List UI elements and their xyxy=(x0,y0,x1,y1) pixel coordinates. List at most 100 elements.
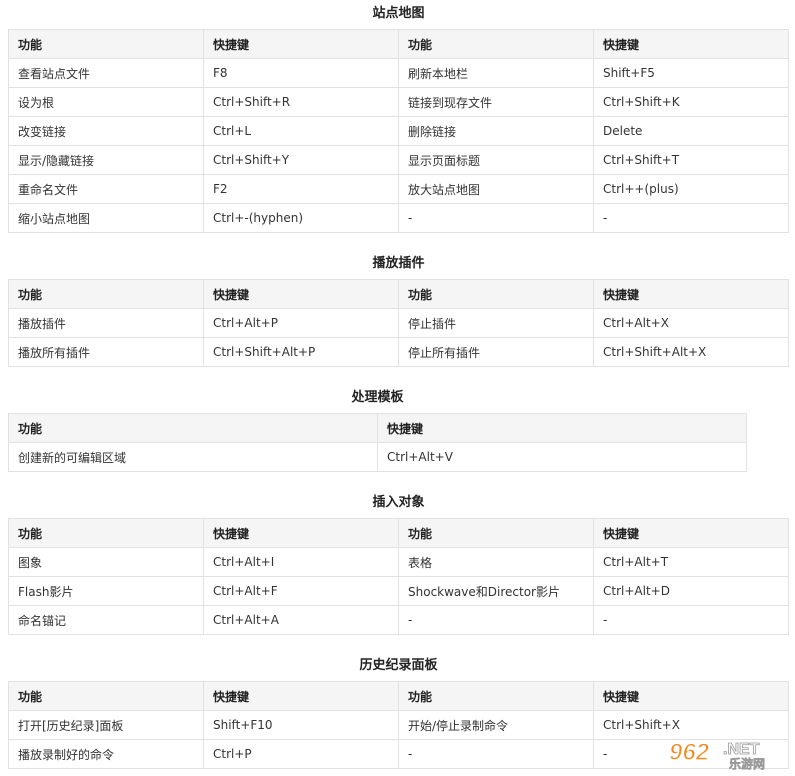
header-shortcut: 快捷键 xyxy=(203,279,399,309)
svg-text:乐游网: 乐游网 xyxy=(729,756,765,770)
table-cell: Delete xyxy=(593,116,789,146)
table-cell: F8 xyxy=(203,58,399,88)
svg-text:962: 962 xyxy=(669,739,710,766)
table-row: Flash影片 Ctrl+Alt+F Shockwave和Director影片 … xyxy=(8,576,789,606)
table-cell: Ctrl+Alt+F xyxy=(203,576,399,606)
shortcut-table: 功能 快捷键 功能 快捷键 图象 Ctrl+Alt+I 表格 Ctrl+Alt+… xyxy=(8,518,789,635)
table-cell: F2 xyxy=(203,174,399,204)
table-cell: 播放插件 xyxy=(8,308,204,338)
section-templates: 处理模板 功能 快捷键 创建新的可编辑区域 Ctrl+Alt+V xyxy=(8,389,747,472)
table-cell: Ctrl+Shift+T xyxy=(593,145,789,175)
table-row: 显示/隐藏链接 Ctrl+Shift+Y 显示页面标题 Ctrl+Shift+T xyxy=(8,145,789,175)
shortcut-table: 功能 快捷键 创建新的可编辑区域 Ctrl+Alt+V xyxy=(8,413,747,472)
table-cell: - xyxy=(398,605,594,635)
table-cell: 放大站点地图 xyxy=(398,174,594,204)
header-shortcut: 快捷键 xyxy=(203,518,399,548)
table-cell: Ctrl+Alt+P xyxy=(203,308,399,338)
svg-text:.NET: .NET xyxy=(723,741,760,758)
header-shortcut: 快捷键 xyxy=(377,413,747,443)
table-cell: Shift+F5 xyxy=(593,58,789,88)
table-cell: 停止所有插件 xyxy=(398,337,594,367)
header-function: 功能 xyxy=(398,29,594,59)
header-shortcut: 快捷键 xyxy=(593,29,789,59)
table-cell: 创建新的可编辑区域 xyxy=(8,442,378,472)
table-row: 查看站点文件 F8 刷新本地栏 Shift+F5 xyxy=(8,58,789,88)
table-cell: 命名锚记 xyxy=(8,605,204,635)
section-title: 播放插件 xyxy=(372,256,425,271)
table-cell: Ctrl+Alt+A xyxy=(203,605,399,635)
table-cell: Ctrl+-(hyphen) xyxy=(203,203,399,233)
table-cell: Flash影片 xyxy=(8,576,204,606)
shortcut-table: 功能 快捷键 功能 快捷键 播放插件 Ctrl+Alt+P 停止插件 Ctrl+… xyxy=(8,279,789,367)
table-cell: 显示页面标题 xyxy=(398,145,594,175)
section-plugins: 播放插件 功能 快捷键 功能 快捷键 播放插件 Ctrl+Alt+P 停止插件 … xyxy=(8,255,789,367)
table-cell: 开始/停止录制命令 xyxy=(398,710,594,740)
table-cell: Ctrl+Alt+D xyxy=(593,576,789,606)
table-header-row: 功能 快捷键 功能 快捷键 xyxy=(8,29,789,59)
table-cell: 设为根 xyxy=(8,87,204,117)
table-cell: 表格 xyxy=(398,547,594,577)
table-cell: 打开[历史纪录]面板 xyxy=(8,710,204,740)
header-shortcut: 快捷键 xyxy=(593,518,789,548)
table-cell: 重命名文件 xyxy=(8,174,204,204)
header-function: 功能 xyxy=(8,29,204,59)
table-cell: Ctrl+Shift+Alt+X xyxy=(593,337,789,367)
table-cell: 显示/隐藏链接 xyxy=(8,145,204,175)
table-cell: Ctrl+P xyxy=(203,739,399,769)
header-function: 功能 xyxy=(398,681,594,711)
table-row: 重命名文件 F2 放大站点地图 Ctrl++(plus) xyxy=(8,174,789,204)
table-header-row: 功能 快捷键 功能 快捷键 xyxy=(8,681,789,711)
table-header-row: 功能 快捷键 xyxy=(8,413,747,443)
table-cell: Ctrl+L xyxy=(203,116,399,146)
section-title: 历史纪录面板 xyxy=(359,658,438,673)
table-cell: - xyxy=(398,203,594,233)
table-cell: Shockwave和Director影片 xyxy=(398,576,594,606)
section-insert-objects: 插入对象 功能 快捷键 功能 快捷键 图象 Ctrl+Alt+I 表格 Ctrl… xyxy=(8,494,789,635)
table-row: 命名锚记 Ctrl+Alt+A - - xyxy=(8,605,789,635)
table-row: 缩小站点地图 Ctrl+-(hyphen) - - xyxy=(8,203,789,233)
table-cell: - xyxy=(593,605,789,635)
header-function: 功能 xyxy=(8,279,204,309)
table-cell: Ctrl+Alt+I xyxy=(203,547,399,577)
table-cell: Ctrl+Shift+K xyxy=(593,87,789,117)
table-cell: 刷新本地栏 xyxy=(398,58,594,88)
header-function: 功能 xyxy=(398,279,594,309)
table-cell: Shift+F10 xyxy=(203,710,399,740)
table-cell: 图象 xyxy=(8,547,204,577)
table-row: 播放插件 Ctrl+Alt+P 停止插件 Ctrl+Alt+X xyxy=(8,308,789,338)
table-cell: 链接到现存文件 xyxy=(398,87,594,117)
section-title: 站点地图 xyxy=(372,6,425,21)
table-row: 播放所有插件 Ctrl+Shift+Alt+P 停止所有插件 Ctrl+Shif… xyxy=(8,337,789,367)
table-cell: Ctrl++(plus) xyxy=(593,174,789,204)
table-cell: Ctrl+Alt+V xyxy=(377,442,747,472)
table-row: 设为根 Ctrl+Shift+R 链接到现存文件 Ctrl+Shift+K xyxy=(8,87,789,117)
table-cell: - xyxy=(593,203,789,233)
table-cell: 播放录制好的命令 xyxy=(8,739,204,769)
table-row: 图象 Ctrl+Alt+I 表格 Ctrl+Alt+T xyxy=(8,547,789,577)
header-shortcut: 快捷键 xyxy=(593,681,789,711)
watermark-logo: 962 .NET 乐游网 xyxy=(668,738,765,770)
section-title: 插入对象 xyxy=(372,495,425,510)
table-cell: 改变链接 xyxy=(8,116,204,146)
table-cell: Ctrl+Shift+Y xyxy=(203,145,399,175)
table-cell: 停止插件 xyxy=(398,308,594,338)
section-site-map: 站点地图 功能 快捷键 功能 快捷键 查看站点文件 F8 刷新本地栏 Shift… xyxy=(8,5,789,233)
table-header-row: 功能 快捷键 功能 快捷键 xyxy=(8,518,789,548)
header-function: 功能 xyxy=(8,518,204,548)
table-cell: Ctrl+Shift+R xyxy=(203,87,399,117)
header-shortcut: 快捷键 xyxy=(203,681,399,711)
table-cell: 删除链接 xyxy=(398,116,594,146)
header-shortcut: 快捷键 xyxy=(593,279,789,309)
table-cell: 查看站点文件 xyxy=(8,58,204,88)
header-function: 功能 xyxy=(8,681,204,711)
table-cell: 缩小站点地图 xyxy=(8,203,204,233)
table-cell: - xyxy=(398,739,594,769)
header-function: 功能 xyxy=(8,413,378,443)
table-cell: Ctrl+Alt+X xyxy=(593,308,789,338)
table-cell: Ctrl+Shift+Alt+P xyxy=(203,337,399,367)
header-function: 功能 xyxy=(398,518,594,548)
table-row: 改变链接 Ctrl+L 删除链接 Delete xyxy=(8,116,789,146)
shortcut-table: 功能 快捷键 功能 快捷键 查看站点文件 F8 刷新本地栏 Shift+F5 设… xyxy=(8,29,789,233)
table-cell: Ctrl+Alt+T xyxy=(593,547,789,577)
table-cell: 播放所有插件 xyxy=(8,337,204,367)
